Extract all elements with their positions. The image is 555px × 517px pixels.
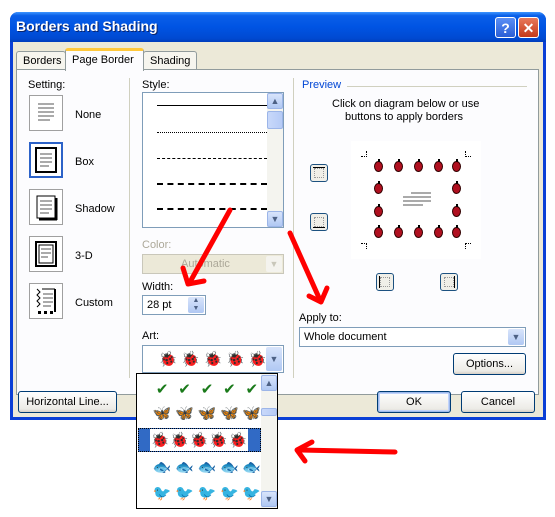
arrow-to-art-option (297, 447, 398, 455)
arrow-to-apply-to (287, 230, 323, 303)
arrow-to-width (187, 207, 233, 285)
annotation-arrows (180, 207, 398, 464)
